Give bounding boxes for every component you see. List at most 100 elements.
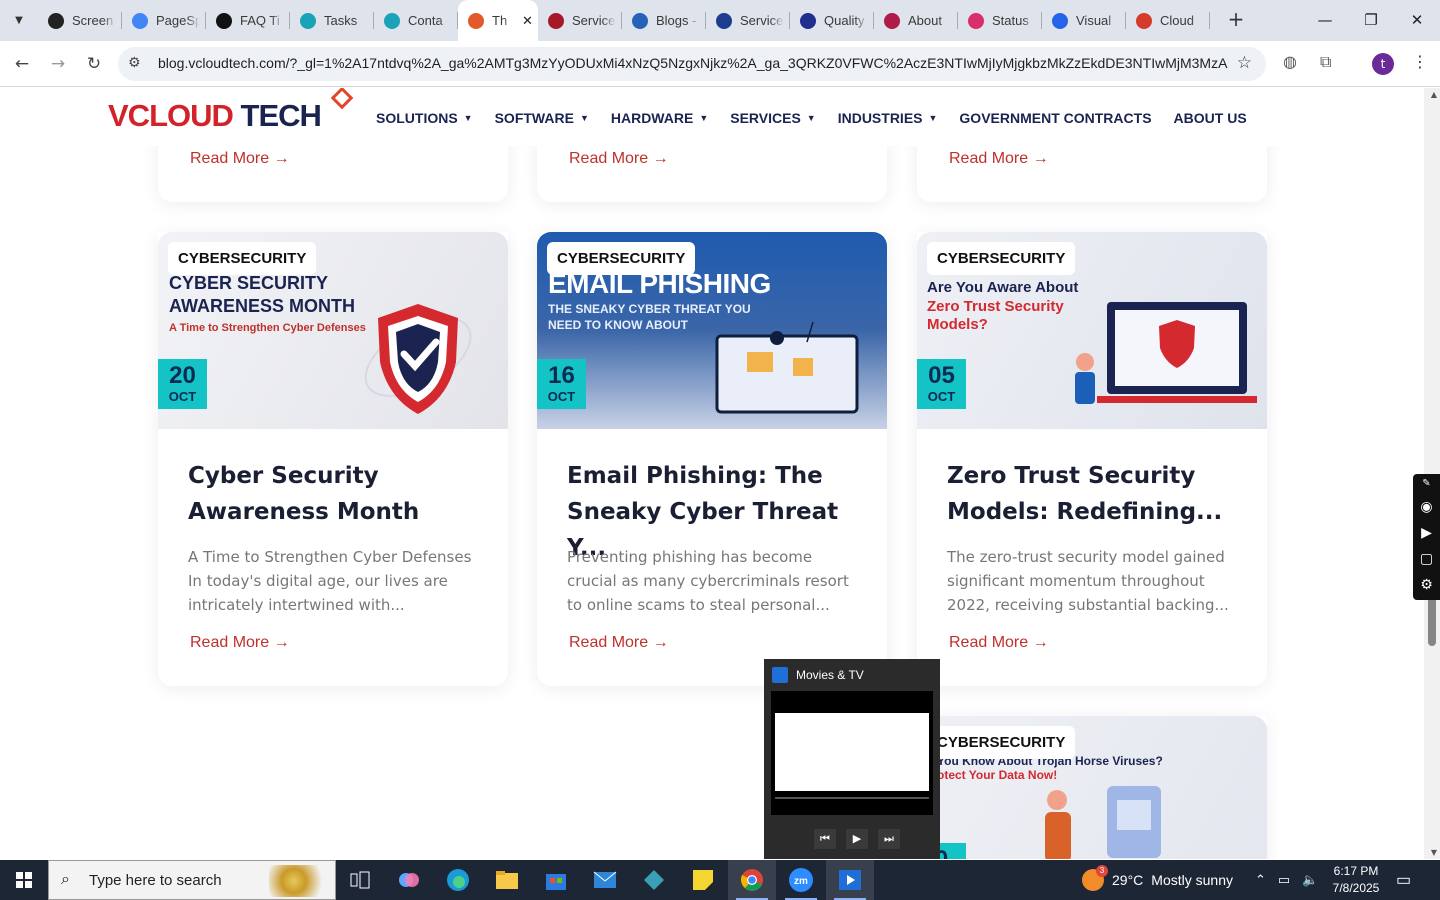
weather-widget[interactable]: 3 29°C Mostly sunny <box>1082 860 1233 900</box>
file-explorer-icon[interactable] <box>483 860 531 900</box>
read-more-link[interactable]: Read More → <box>949 634 1049 652</box>
camera-icon[interactable]: ◉ <box>1413 494 1440 520</box>
back-icon[interactable]: ← <box>9 51 35 77</box>
browser-tab[interactable]: Service <box>538 0 622 41</box>
nav-item[interactable]: SOFTWARE ▼ <box>495 110 589 126</box>
read-more-link[interactable]: Read More → <box>569 150 669 168</box>
tab-search-button[interactable]: ▼ <box>6 7 32 33</box>
category-badge[interactable]: CYBERSECURITY <box>547 242 696 275</box>
mail-icon[interactable] <box>581 860 629 900</box>
read-more-link[interactable]: Read More → <box>190 634 290 652</box>
window-icon[interactable]: ▢ <box>1413 546 1440 572</box>
date-badge: 16 OCT <box>537 359 586 409</box>
tab-strip: ▼ Screen PageSp FAQ Ti Tasks Conta Th ✕ Service… <box>0 0 1440 41</box>
copilot-icon[interactable] <box>385 860 433 900</box>
site-info-icon[interactable]: ⚙ <box>128 55 141 71</box>
microsoft-store-icon[interactable] <box>532 860 580 900</box>
post-title[interactable]: Zero Trust Security Models: Redefining..… <box>947 458 1247 530</box>
movies-tv-taskbar-icon[interactable] <box>826 860 874 900</box>
tab-title: Conta <box>408 13 443 28</box>
browser-tab[interactable]: About <box>874 0 958 41</box>
blog-card[interactable]: EMAIL PHISHING THE SNEAKY CYBER THREAT Y… <box>537 232 887 686</box>
volume-icon[interactable]: 🔈 <box>1302 872 1318 888</box>
notification-center-icon[interactable]: ▭ <box>1396 860 1411 900</box>
tray-chevron-icon[interactable]: ⌃ <box>1255 872 1266 888</box>
next-track-icon[interactable]: ⏭ <box>878 829 900 849</box>
task-view-icon[interactable] <box>336 860 384 900</box>
browser-tab[interactable]: FAQ Ti <box>206 0 290 41</box>
date-badge: 05 OCT <box>917 359 966 409</box>
taskbar-search-box[interactable]: ⌕ Type here to search <box>48 860 336 900</box>
taskbar-clock[interactable]: 6:17 PM 7/8/2025 <box>1330 863 1382 897</box>
browser-tab[interactable]: Blogs - <box>622 0 706 41</box>
post-title[interactable]: Cyber Security Awareness Month <box>188 458 488 530</box>
browser-tab[interactable]: Status <box>958 0 1042 41</box>
read-more-link[interactable]: Read More → <box>190 150 290 168</box>
pin-icon[interactable]: ✎ <box>1413 474 1440 494</box>
scrollbar-thumb[interactable] <box>1428 594 1436 646</box>
new-tab-button[interactable]: + <box>1224 8 1248 32</box>
capture-toolbar: ✎ ◉ ▶ ▢ ⚙ <box>1413 474 1440 600</box>
nav-item[interactable]: SERVICES ▼ <box>730 110 815 126</box>
read-more-link[interactable]: Read More → <box>949 150 1049 168</box>
chrome-taskbar-icon[interactable] <box>728 860 776 900</box>
forward-icon[interactable]: → <box>45 51 71 77</box>
start-button[interactable] <box>0 860 48 900</box>
close-tab-icon[interactable]: ✕ <box>522 13 533 29</box>
play-icon[interactable]: ▶ <box>846 829 868 849</box>
address-bar[interactable]: ⚙ blog.vcloudtech.com/?_gl=1%2A17ntdvq%2… <box>118 47 1266 81</box>
browser-tab[interactable]: Quality <box>790 0 874 41</box>
scroll-up-arrow-icon[interactable]: ▲ <box>1431 90 1437 99</box>
browser-tab[interactable]: Screen <box>38 0 122 41</box>
scroll-down-arrow-icon[interactable]: ▼ <box>1431 848 1437 857</box>
movies-tv-preview[interactable]: Movies & TV ⏮ ▶ ⏭ <box>764 659 940 859</box>
video-preview-thumbnail[interactable] <box>771 691 933 815</box>
nav-item[interactable]: SOLUTIONS ▼ <box>376 110 473 126</box>
browser-tab[interactable]: Th ✕ <box>458 0 538 41</box>
zero-trust-illustration-icon <box>1075 302 1257 404</box>
zoom-icon[interactable]: zm <box>777 860 825 900</box>
previous-track-icon[interactable]: ⏮ <box>814 829 836 849</box>
nav-item[interactable]: INDUSTRIES ▼ <box>838 110 938 126</box>
edge-icon[interactable] <box>434 860 482 900</box>
category-badge[interactable]: CYBERSECURITY <box>927 242 1076 275</box>
settings-gear-icon[interactable]: ⚙ <box>1413 572 1440 598</box>
reload-icon[interactable]: ↻ <box>81 51 107 77</box>
browser-tab[interactable]: PageSp <box>122 0 206 41</box>
nav-item[interactable]: ABOUT US <box>1174 110 1247 126</box>
chrome-menu-icon[interactable]: ⋮ <box>1412 52 1428 71</box>
bookmark-star-icon[interactable]: ☆ <box>1237 53 1252 73</box>
browser-tab[interactable]: Service <box>706 0 790 41</box>
sticky-notes-icon[interactable] <box>679 860 727 900</box>
browser-tab[interactable]: Visual <box>1042 0 1126 41</box>
blog-card[interactable]: You Know About Trojan Horse Viruses? ote… <box>917 716 1267 859</box>
movies-tv-icon <box>772 667 788 683</box>
network-icon[interactable]: ▭ <box>1278 872 1290 888</box>
video-icon[interactable]: ▶ <box>1413 520 1440 546</box>
minimize-button[interactable]: — <box>1302 0 1348 41</box>
tab-title: Quality <box>824 13 865 28</box>
category-badge[interactable]: CYBERSECURITY <box>168 242 317 275</box>
system-tray: ⌃ ▭ 🔈 <box>1255 860 1318 900</box>
extensions-icon[interactable]: ⧉ <box>1320 52 1331 72</box>
date-day: 20 <box>169 362 196 389</box>
search-icon: ⌕ <box>61 869 70 888</box>
restore-button[interactable]: ❐ <box>1348 0 1394 41</box>
profile-avatar[interactable]: t <box>1372 53 1394 75</box>
blog-card[interactable]: Are You Aware About Zero Trust Security … <box>917 232 1267 686</box>
trojan-illustration-icon <box>1045 786 1161 859</box>
app-diamond-icon[interactable] <box>630 860 678 900</box>
close-window-button[interactable]: ✕ <box>1394 0 1440 41</box>
browser-tab[interactable]: Tasks <box>290 0 374 41</box>
nav-item[interactable]: GOVERNMENT CONTRACTS <box>959 110 1151 126</box>
url-text[interactable]: blog.vcloudtech.com/?_gl=1%2A17ntdvq%2A_… <box>158 55 1228 71</box>
category-badge[interactable]: CYBERSECURITY <box>927 726 1076 759</box>
site-logo[interactable]: VCLOUD TECH <box>108 98 322 134</box>
browser-tab[interactable]: Conta <box>374 0 458 41</box>
translate-icon[interactable]: ◍ <box>1283 52 1297 71</box>
nav-item[interactable]: HARDWARE ▼ <box>611 110 708 126</box>
browser-tab[interactable]: Cloud <box>1126 0 1210 41</box>
browser-toolbar: ← → ↻ ⚙ blog.vcloudtech.com/?_gl=1%2A17n… <box>0 41 1440 87</box>
blog-card[interactable]: CYBER SECURITY AWARENESS MONTH A Time to… <box>158 232 508 686</box>
read-more-link[interactable]: Read More → <box>569 634 669 652</box>
